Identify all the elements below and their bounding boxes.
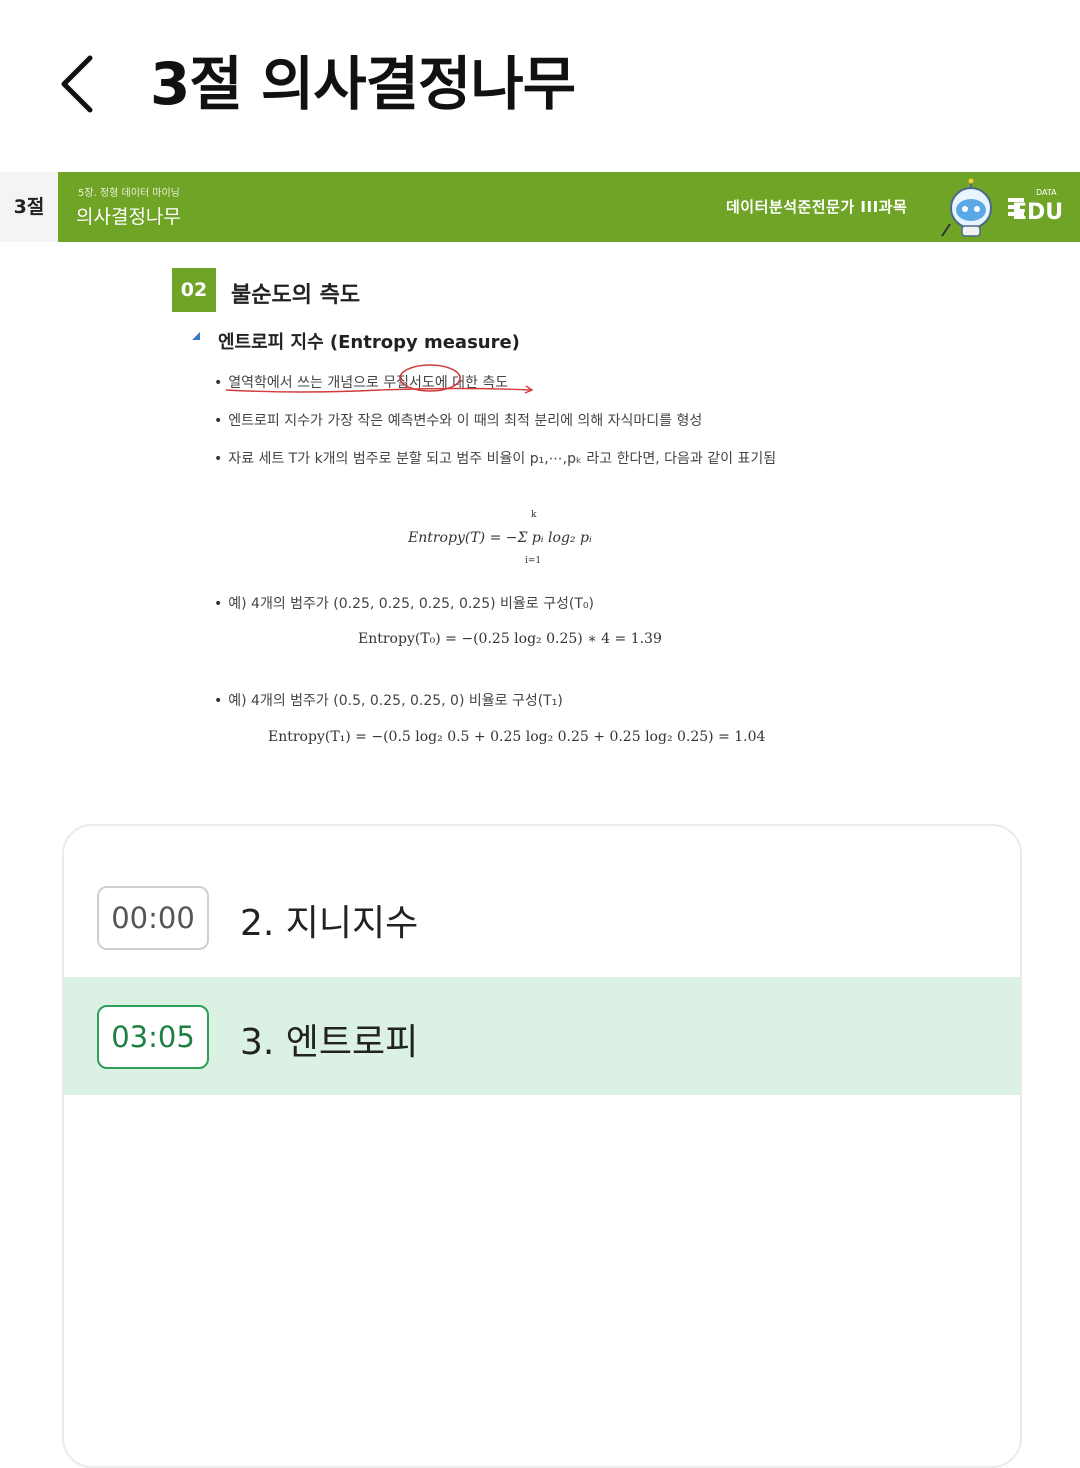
timestamp-chip[interactable]: 03:05 [97, 1005, 209, 1069]
chapter-row[interactable]: 00:00 2. 지니지수 [64, 858, 1020, 976]
chapter-tab: 3절 [0, 172, 58, 242]
chapter-label: 2. 지니지수 [240, 903, 419, 944]
sum-lower-limit: i=1 [525, 556, 542, 566]
page-title: 3절 의사결정나무 [150, 50, 576, 118]
bullet-text: 엔트로피 지수가 가장 작은 예측변수와 이 때의 최적 분리에 의해 자식마디… [228, 413, 703, 429]
slide-subtitle: 5장. 정형 데이터 마이닝 [78, 188, 180, 199]
entropy-formula: Entropy(T) = −Σ pᵢ log₂ pᵢ [408, 530, 592, 546]
section-title: 불순도의 측도 [231, 283, 361, 308]
example-formula: Entropy(T₀) = −(0.25 log₂ 0.25) ∗ 4 = 1.… [358, 631, 662, 647]
slide-title: 의사결정나무 [76, 206, 181, 228]
bullet-text: 자료 세트 T가 k개의 범주로 분할 되고 범주 비율이 p₁,⋯,pₖ 라고… [228, 451, 777, 467]
timestamp-chip[interactable]: 00:00 [97, 886, 209, 950]
chapter-row-active[interactable]: 03:05 3. 엔트로피 [64, 977, 1020, 1095]
robot-mascot-icon [941, 178, 992, 237]
chapter-label: 3. 엔트로피 [240, 1022, 419, 1063]
example-line: • 예) 4개의 범주가 (0.25, 0.25, 0.25, 0.25) 비율로… [214, 596, 594, 612]
bullet-line: • 엔트로피 지수가 가장 작은 예측변수와 이 때의 최적 분리에 의해 자식마… [214, 413, 703, 429]
slide-header: 3절 5장. 정형 데이터 마이닝 의사결정나무 데이터분석준전문가 III과목… [0, 172, 1080, 242]
app-bar: 3절 의사결정나무 [0, 0, 1080, 170]
pen-annotation [225, 364, 534, 394]
example-line: • 예) 4개의 범주가 (0.5, 0.25, 0.25, 0) 비율로 구성(… [214, 693, 563, 709]
lecture-video-frame[interactable]: 3절 5장. 정형 데이터 마이닝 의사결정나무 데이터분석준전문가 III과목… [0, 172, 1080, 808]
bullet-line: • 자료 세트 T가 k개의 범주로 분할 되고 범주 비율이 p₁,⋯,pₖ 라… [214, 451, 777, 467]
logo-small-text: DATA [1036, 188, 1057, 197]
back-button[interactable] [52, 50, 116, 118]
example-formula: Entropy(T₁) = −(0.5 log₂ 0.5 + 0.25 log₂… [268, 729, 766, 745]
subheading: 엔트로피 지수 (Entropy measure) [218, 332, 520, 353]
logo-text: EDU [1012, 200, 1063, 225]
slide-title-band: 5장. 정형 데이터 마이닝 의사결정나무 데이터분석준전문가 III과목 ED… [58, 172, 1080, 242]
example-text: 예) 4개의 범주가 (0.5, 0.25, 0.25, 0) 비율로 구성(T… [228, 693, 563, 709]
bullet-triangle-icon [192, 332, 200, 340]
chevron-left-icon [61, 55, 93, 113]
sum-upper-limit: k [531, 510, 537, 520]
section-number-badge: 02 [172, 268, 216, 312]
chapter-list-panel: 00:00 2. 지니지수 03:05 3. 엔트로피 [62, 824, 1022, 1468]
edu-logo: EDU DATA [1008, 188, 1063, 225]
course-label: 데이터분석준전문가 III과목 [726, 198, 908, 216]
example-text: 예) 4개의 범주가 (0.25, 0.25, 0.25, 0.25) 비율로 … [228, 596, 594, 612]
